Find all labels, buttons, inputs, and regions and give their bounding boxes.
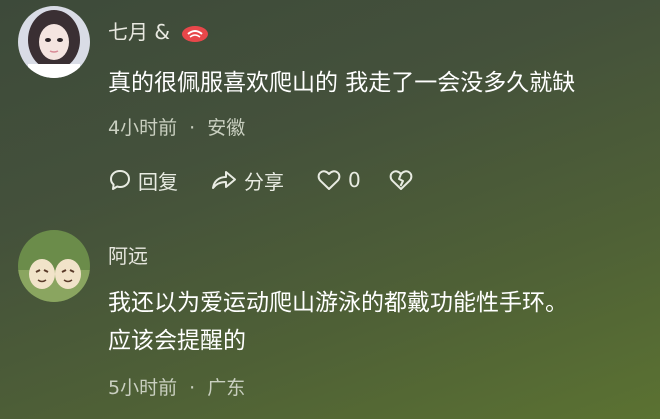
comment-location: 广东 [207,377,246,399]
comment-meta: 5小时前 · 广东 [108,373,245,400]
comment-meta: 4小时前 · 安徽 [108,113,245,140]
share-arrow-icon [212,171,236,189]
meta-separator: · [189,377,196,399]
reply-label: 回复 [138,169,178,194]
comment-time: 4小时前 [108,117,178,139]
username-text[interactable]: 七月 & [108,20,170,44]
badge-icon [182,25,209,42]
share-button[interactable]: 分享 [210,165,284,195]
share-label: 分享 [244,169,284,194]
dislike-button[interactable] [388,165,420,195]
username-text[interactable]: 阿远 [108,244,148,268]
comment-username[interactable]: 七月 & [108,16,210,45]
avatar[interactable] [18,6,90,78]
meta-separator: · [189,117,196,139]
reply-button[interactable]: 回复 [108,165,178,195]
like-count: 0 [348,168,361,192]
comment-text-line: 我还以为爱运动爬山游泳的都戴功能性手环。 [108,290,568,316]
like-button[interactable]: 0 [316,165,361,195]
broken-heart-icon [389,170,413,190]
comment-bubble-icon [110,170,130,190]
comment-text-line: 应该会提醒的 [108,328,246,354]
comment-text: 真的很佩服喜欢爬山的 我走了一会没多久就缺 [108,64,575,102]
comment-text: 我还以为爱运动爬山游泳的都戴功能性手环。 应该会提醒的 [108,284,568,360]
comment-time: 5小时前 [108,377,178,399]
avatar[interactable] [18,230,90,302]
comment-text-line: 真的很佩服喜欢爬山的 我走了一会没多久就缺 [108,70,576,96]
comment-location: 安徽 [207,117,246,139]
comment-username[interactable]: 阿远 [108,240,148,269]
heart-icon [317,170,341,190]
